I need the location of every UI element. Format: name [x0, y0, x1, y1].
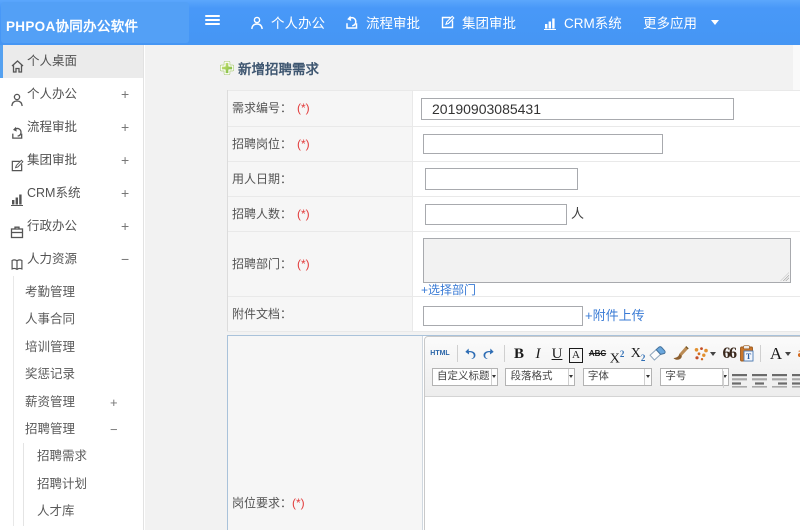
svg-text:T: T [745, 352, 751, 361]
